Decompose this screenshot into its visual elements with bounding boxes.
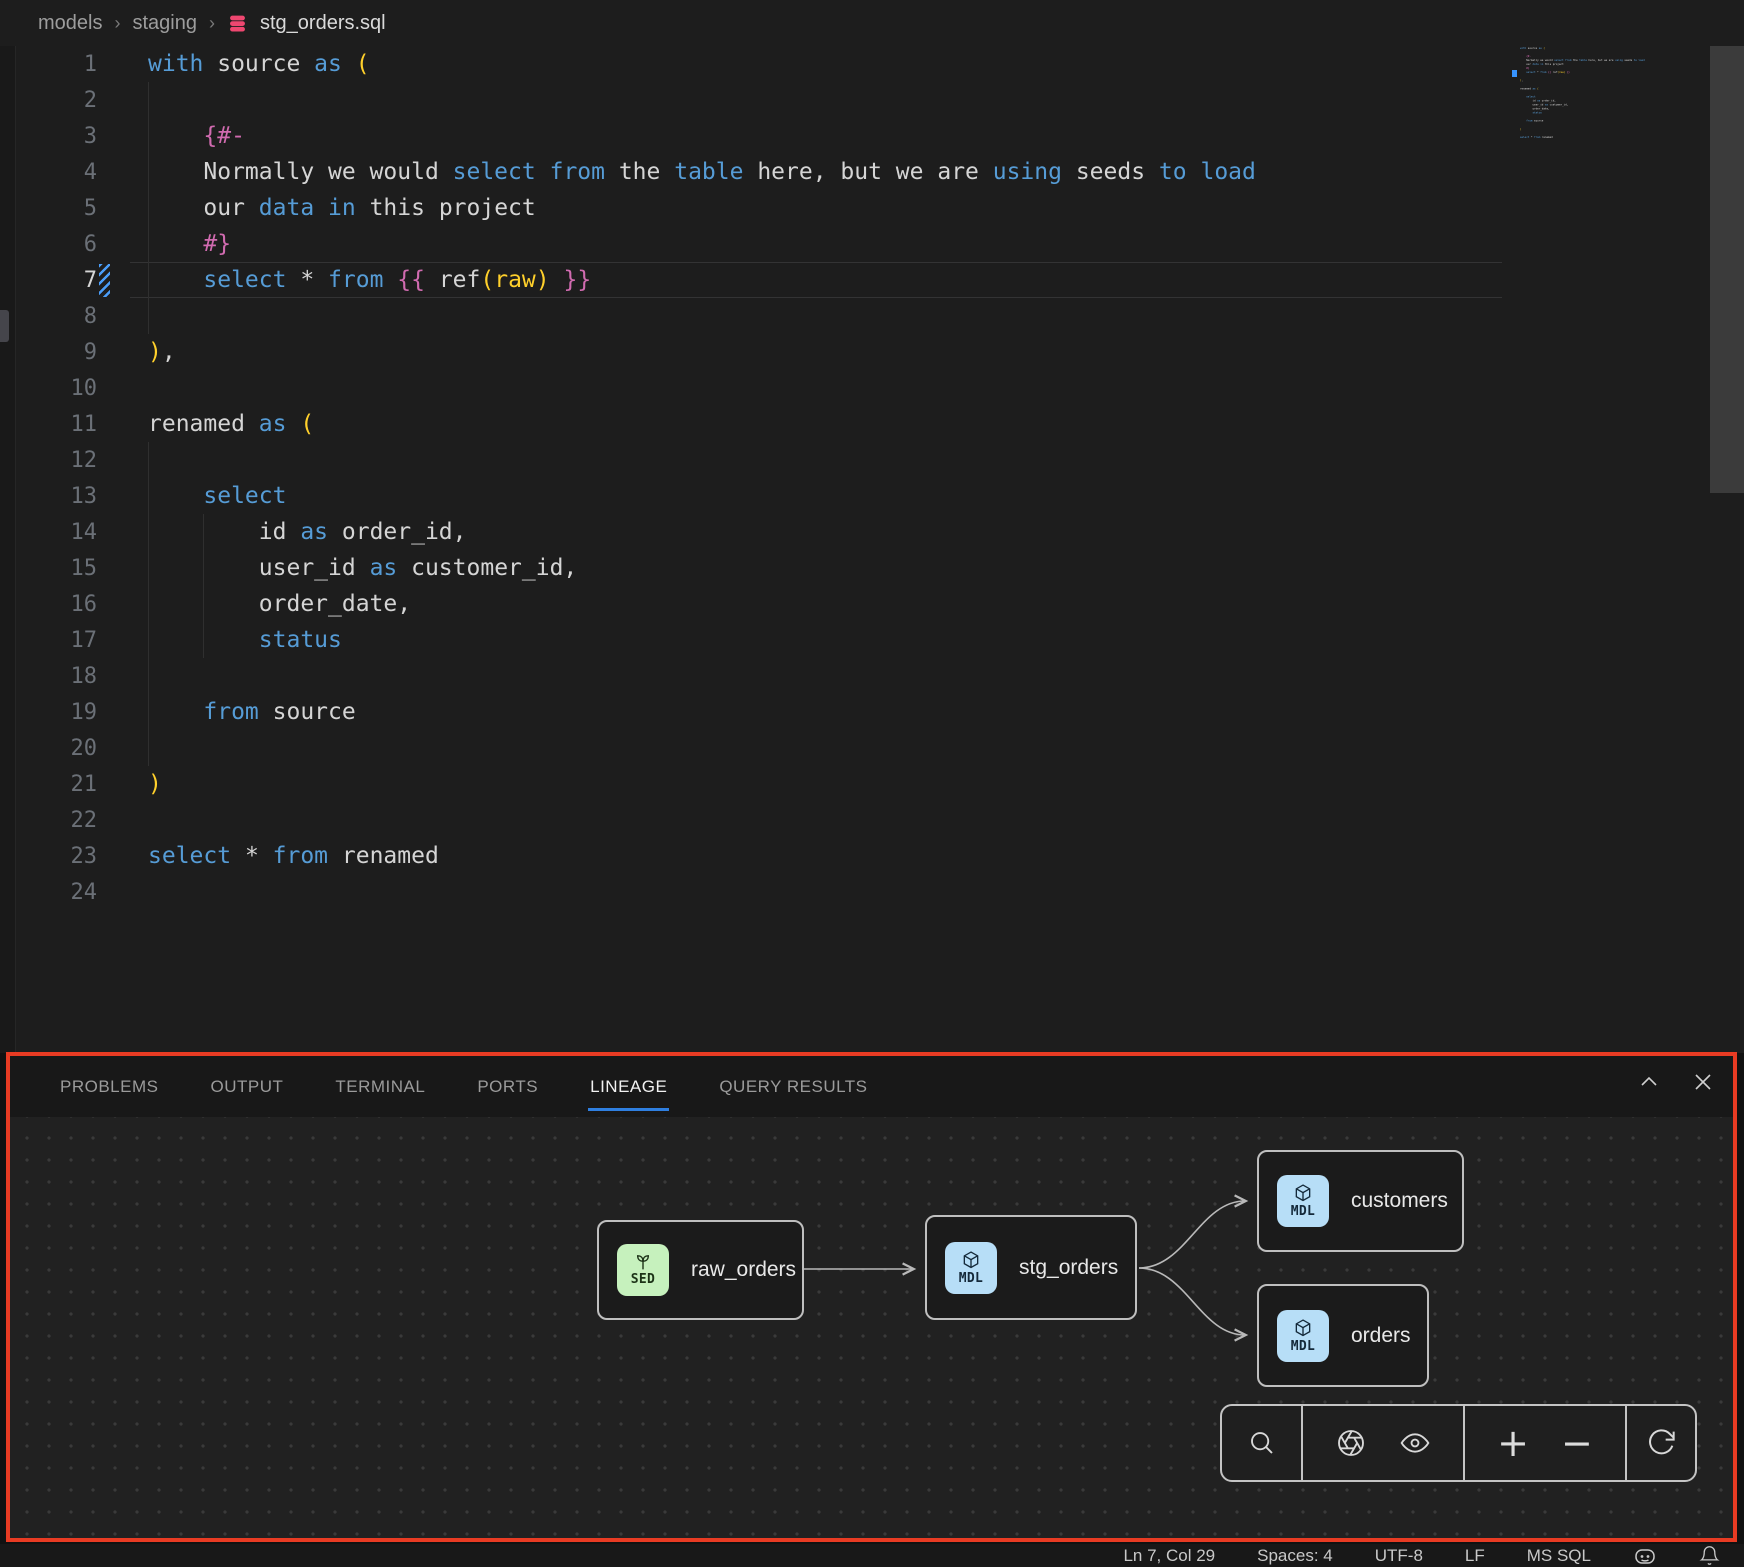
tab-lineage[interactable]: LINEAGE [588, 1063, 669, 1111]
database-icon [227, 13, 248, 34]
eol-setting[interactable]: LF [1465, 1546, 1485, 1566]
breadcrumb-filename[interactable]: stg_orders.sql [260, 12, 386, 35]
lineage-node-customers[interactable]: MDL customers [1257, 1150, 1464, 1252]
code-line: 20 [0, 730, 1700, 766]
code-line: 6 #} [0, 226, 1700, 262]
tab-ports[interactable]: PORTS [475, 1063, 540, 1111]
code-line: 12 [0, 442, 1700, 478]
close-icon[interactable] [1691, 1070, 1715, 1094]
node-label: orders [1351, 1324, 1411, 1348]
model-badge: MDL [945, 1242, 997, 1294]
code-line: 5 our data in this project [0, 190, 1700, 226]
panel-actions [1637, 1070, 1715, 1094]
bottom-panel-annotated: PROBLEMS OUTPUT TERMINAL PORTS LINEAGE Q… [6, 1052, 1737, 1542]
cube-icon [1293, 1183, 1313, 1203]
model-badge: MDL [1277, 1175, 1329, 1227]
lineage-toolbar: + − [1220, 1404, 1697, 1482]
cursor-position[interactable]: Ln 7, Col 29 [1123, 1546, 1215, 1566]
tab-query-results[interactable]: QUERY RESULTS [717, 1063, 869, 1111]
chevron-right-icon: › [209, 13, 215, 34]
search-icon[interactable] [1247, 1428, 1277, 1458]
cube-icon [1293, 1318, 1313, 1338]
code-line: 11renamed as ( [0, 406, 1700, 442]
code-line: 17 status [0, 622, 1700, 658]
chevron-right-icon: › [114, 13, 120, 34]
sprout-icon [633, 1253, 653, 1271]
node-label: raw_orders [691, 1258, 796, 1282]
node-label: stg_orders [1019, 1256, 1118, 1280]
lineage-node-raw-orders[interactable]: SED raw_orders [597, 1220, 804, 1320]
code-line: 19 from source [0, 694, 1700, 730]
code-line: 23select * from renamed [0, 838, 1700, 874]
refresh-icon[interactable] [1645, 1427, 1677, 1459]
minimap-modified-marker [1512, 70, 1517, 77]
minimap[interactable]: with source as ( {#- Normally we would s… [1520, 46, 1705, 166]
aperture-icon[interactable] [1335, 1427, 1367, 1459]
code-area[interactable]: 1with source as (23 {#-4 Normally we wou… [0, 46, 1700, 910]
code-line: 2 [0, 82, 1700, 118]
breadcrumb-models[interactable]: models [38, 12, 102, 35]
code-line: 10 [0, 370, 1700, 406]
lineage-node-orders[interactable]: MDL orders [1257, 1284, 1429, 1387]
code-line: 7 select * from {{ ref(raw) }} [0, 262, 1700, 298]
code-line: 9), [0, 334, 1700, 370]
tab-terminal[interactable]: TERMINAL [333, 1063, 427, 1111]
status-bar: Ln 7, Col 29 Spaces: 4 UTF-8 LF MS SQL [0, 1544, 1744, 1567]
panel-tab-bar: PROBLEMS OUTPUT TERMINAL PORTS LINEAGE Q… [10, 1056, 1733, 1117]
zoom-in-icon[interactable]: + [1497, 1424, 1529, 1462]
breadcrumb: models › staging › stg_orders.sql [38, 0, 386, 46]
editor-scrollbar[interactable] [1710, 46, 1744, 493]
lineage-canvas[interactable]: SED raw_orders MDL stg_orders MDL [10, 1117, 1733, 1538]
code-line: 15 user_id as customer_id, [0, 550, 1700, 586]
chevron-up-icon[interactable] [1637, 1070, 1661, 1094]
lineage-node-stg-orders[interactable]: MDL stg_orders [925, 1215, 1137, 1320]
code-line: 3 {#- [0, 118, 1700, 154]
bell-icon[interactable] [1699, 1545, 1720, 1566]
copilot-icon[interactable] [1633, 1545, 1657, 1567]
tab-problems[interactable]: PROBLEMS [58, 1063, 160, 1111]
zoom-out-icon[interactable]: − [1561, 1424, 1593, 1462]
node-label: customers [1351, 1189, 1448, 1213]
code-line: 21) [0, 766, 1700, 802]
tab-output[interactable]: OUTPUT [208, 1063, 285, 1111]
editor-region: models › staging › stg_orders.sql 1with … [0, 0, 1744, 1053]
language-mode[interactable]: MS SQL [1527, 1546, 1591, 1566]
model-badge: MDL [1277, 1310, 1329, 1362]
seed-badge: SED [617, 1244, 669, 1296]
breadcrumb-staging[interactable]: staging [132, 12, 197, 35]
code-line: 16 order_date, [0, 586, 1700, 622]
cube-icon [961, 1250, 981, 1270]
encoding-setting[interactable]: UTF-8 [1375, 1546, 1423, 1566]
code-line: 18 [0, 658, 1700, 694]
code-line: 8 [0, 298, 1700, 334]
code-line: 13 select [0, 478, 1700, 514]
code-line: 1with source as ( [0, 46, 1700, 82]
code-line [1520, 139, 1678, 143]
code-line: 24 [0, 874, 1700, 910]
code-line: 22 [0, 802, 1700, 838]
indentation-setting[interactable]: Spaces: 4 [1257, 1546, 1333, 1566]
eye-icon[interactable] [1399, 1427, 1431, 1459]
code-line: 14 id as order_id, [0, 514, 1700, 550]
code-line: 4 Normally we would select from the tabl… [0, 154, 1700, 190]
